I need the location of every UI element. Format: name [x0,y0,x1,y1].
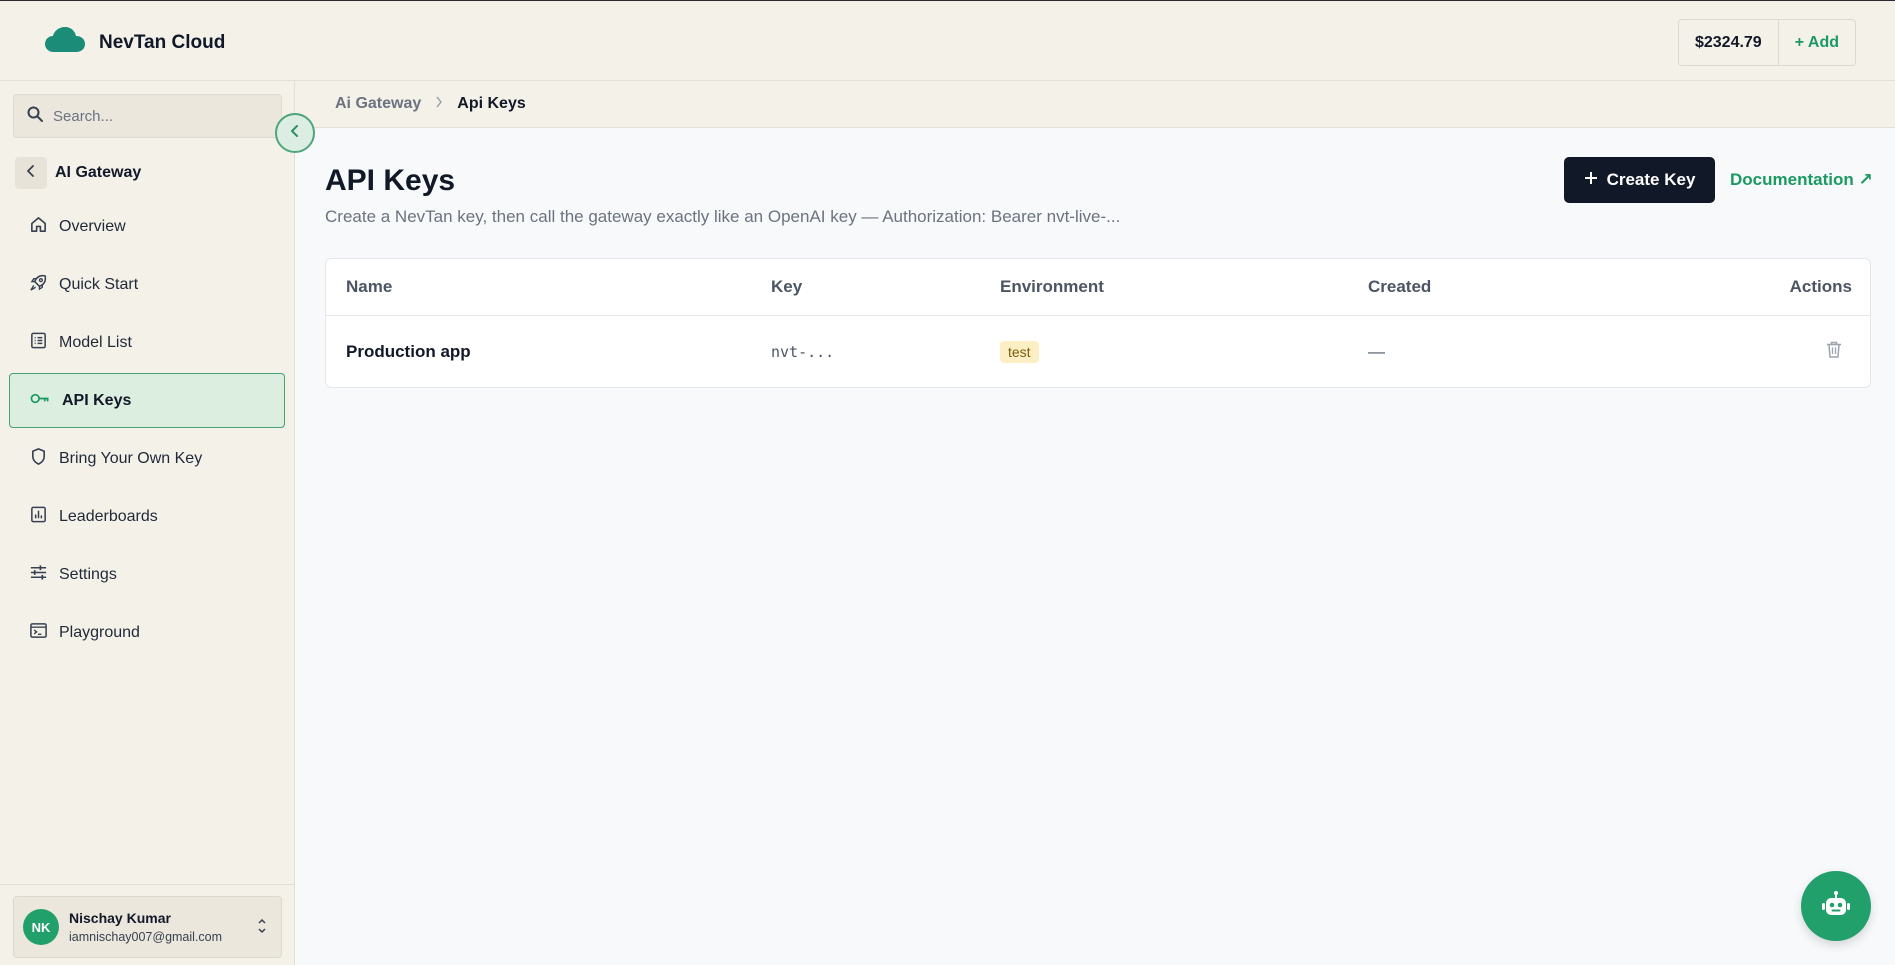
page-subtitle: Create a NevTan key, then call the gatew… [325,207,1121,226]
sidebar-item-quick-start[interactable]: Quick Start [9,257,285,312]
section-header: AI Gateway [15,157,141,189]
add-funds-button[interactable]: + Add [1779,20,1855,65]
main-content: API Keys Create a NevTan key, then call … [295,128,1895,965]
balance-display: $2324.79 [1679,20,1779,65]
brand[interactable]: NevTan Cloud [45,27,225,58]
create-key-label: Create Key [1606,170,1696,189]
row-name: Production app [346,341,471,361]
row-key: nvt-... [771,342,835,361]
balance-group: $2324.79 + Add [1677,19,1856,66]
api-keys-table: Name Key Environment Created Actions Pro… [325,258,1871,388]
chevron-left-icon [26,164,36,182]
avatar: NK [23,909,59,945]
search-box[interactable] [13,94,282,138]
chevron-up-down-icon [257,917,267,940]
column-header-name: Name [346,277,393,296]
trash-icon [1826,341,1842,362]
terminal-icon [29,621,48,645]
documentation-link[interactable]: Documentation ↗ [1730,170,1873,190]
sidebar-item-api-keys[interactable]: API Keys [9,373,285,428]
sidebar-item-label: Playground [59,623,140,641]
sliders-icon [29,563,48,587]
brand-name: NevTan Cloud [99,31,226,53]
plus-icon [1584,170,1598,190]
sidebar-item-label: Overview [59,217,126,235]
divider [0,884,294,885]
breadcrumb-current: Api Keys [457,95,526,112]
sidebar-item-label: API Keys [62,391,132,409]
user-info: Nischay Kumar iamnischay007@gmail.com [69,910,222,944]
table-header: Name Key Environment Created Actions [326,259,1870,316]
sidebar-item-label: Model List [59,333,132,351]
chevron-right-icon [435,95,443,113]
delete-key-button[interactable] [1826,340,1842,363]
search-icon [27,106,43,127]
table-row: Production app nvt-... test — [326,316,1870,387]
page-title: API Keys [325,164,456,197]
row-created: — [1368,341,1385,361]
key-icon [29,389,51,413]
column-header-created: Created [1368,277,1432,296]
breadcrumb-ai-gateway[interactable]: Ai Gateway [335,95,421,113]
sidebar-item-byok[interactable]: Bring Your Own Key [9,431,285,486]
section-title: AI Gateway [55,164,142,181]
top-header: NevTan Cloud $2324.79 + Add [0,0,1895,81]
user-email: iamnischay007@gmail.com [69,930,223,944]
collapse-sidebar-button[interactable] [275,113,315,153]
cloud-logo-icon [45,27,85,58]
column-header-key: Key [771,277,803,296]
sidebar-item-overview[interactable]: Overview [9,199,285,254]
sidebar: AI Gateway Overview Quick Start Model Li… [0,81,295,965]
sidebar-item-label: Bring Your Own Key [59,449,203,467]
rocket-icon [29,273,48,297]
sidebar-item-label: Settings [59,565,117,583]
search-input[interactable] [53,107,253,125]
user-menu[interactable]: NK Nischay Kumar iamnischay007@gmail.com [13,896,282,958]
assistant-chat-button[interactable] [1801,871,1871,941]
sidebar-item-label: Leaderboards [59,507,158,525]
chevron-left-icon [290,124,300,142]
column-header-environment: Environment [1000,277,1104,296]
sidebar-item-label: Quick Start [59,275,139,293]
robot-icon [1821,890,1851,923]
list-icon [29,331,48,355]
home-icon [29,215,48,239]
create-key-button[interactable]: Create Key [1564,157,1715,203]
sidebar-item-playground[interactable]: Playground [9,605,285,660]
bar-chart-icon [29,505,48,529]
breadcrumb: Ai Gateway Api Keys [295,81,1895,128]
user-name: Nischay Kumar [69,910,171,926]
back-button[interactable] [15,157,47,189]
sidebar-item-model-list[interactable]: Model List [9,315,285,370]
environment-badge: test [1000,340,1039,363]
sidebar-nav: Overview Quick Start Model List API Keys… [9,199,285,663]
sidebar-item-leaderboards[interactable]: Leaderboards [9,489,285,544]
column-header-actions: Actions [1789,277,1852,296]
sidebar-item-settings[interactable]: Settings [9,547,285,602]
shield-icon [29,447,48,471]
